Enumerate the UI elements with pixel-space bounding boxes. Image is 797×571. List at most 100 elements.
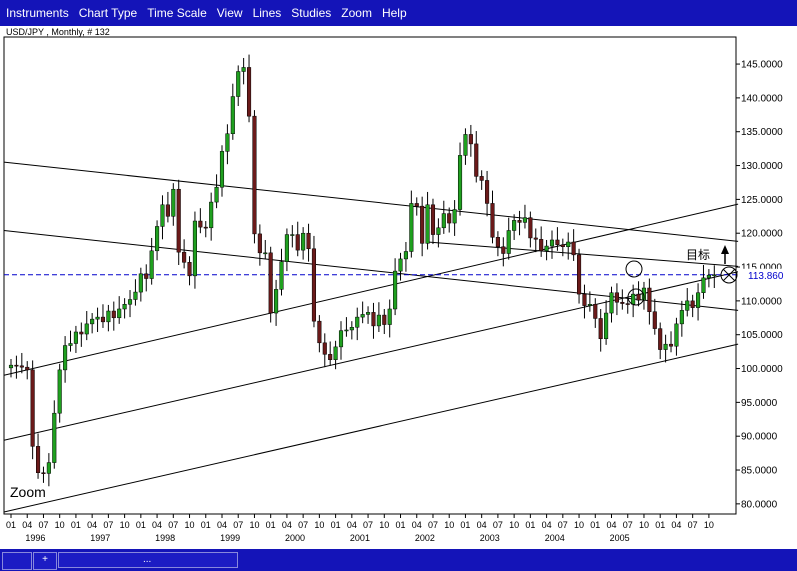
candle-body [57, 369, 62, 414]
candle-body [566, 241, 571, 247]
y-tick-label: 100.0000 [741, 364, 783, 375]
candle-body [301, 232, 306, 251]
x-tick-label: 01 [136, 520, 146, 530]
candle-body [387, 308, 392, 325]
candle-body [393, 270, 398, 310]
candle-body [598, 318, 603, 340]
candle-body [485, 180, 490, 204]
x-tick-label: 04 [87, 520, 97, 530]
candle-body [230, 96, 235, 135]
x-tick-label: 04 [542, 520, 552, 530]
candle-body [79, 331, 84, 335]
candle-body [414, 203, 419, 207]
candle-body [263, 252, 268, 255]
x-tick-label: 04 [477, 520, 487, 530]
y-tick-label: 130.0000 [741, 161, 783, 172]
candle-body [512, 220, 517, 231]
candle-body [106, 310, 111, 323]
candle-body [355, 316, 360, 328]
candle-body [539, 239, 544, 252]
x-year-label: 1997 [90, 533, 110, 543]
candle-body [447, 213, 452, 224]
candle-body [533, 237, 538, 240]
candle-body [225, 133, 230, 152]
x-tick-label: 10 [509, 520, 519, 530]
crosshair-toggle[interactable]: + [33, 552, 57, 570]
x-tick-label: 04 [282, 520, 292, 530]
candle-body [349, 327, 354, 331]
candle-body [571, 241, 576, 256]
x-tick-label: 10 [444, 520, 454, 530]
candle-body [544, 245, 549, 252]
y-tick-label: 85.0000 [741, 466, 778, 477]
candle-body [127, 299, 133, 305]
x-tick-label: 10 [574, 520, 584, 530]
x-tick-label: 10 [55, 520, 65, 530]
candle-body [587, 304, 592, 306]
candle-body [560, 244, 565, 247]
candle-body [333, 346, 338, 360]
candle-body [203, 226, 208, 229]
x-tick-label: 10 [704, 520, 714, 530]
x-tick-label: 10 [639, 520, 649, 530]
status-cell-blank[interactable] [2, 552, 32, 570]
candle-body [100, 316, 106, 323]
x-year-label: 1999 [220, 533, 240, 543]
candle-body [338, 330, 344, 348]
y-tick-label: 90.0000 [741, 432, 778, 443]
candle-body [457, 155, 463, 210]
x-tick-label: 04 [607, 520, 617, 530]
candle-body [160, 204, 165, 227]
candle-body [614, 292, 619, 303]
candle-body [604, 312, 609, 340]
candle-body [409, 203, 414, 252]
candle-body [685, 300, 690, 311]
candle-body [701, 277, 706, 294]
candle-body [306, 232, 311, 250]
y-tick-label: 95.0000 [741, 398, 778, 409]
y-tick-label: 145.0000 [741, 60, 783, 71]
candle-body [165, 204, 170, 217]
candle-body [679, 310, 684, 325]
x-year-label: 1998 [155, 533, 175, 543]
status-bar: + ... [0, 549, 797, 571]
candle-body [463, 134, 468, 156]
x-tick-label: 04 [152, 520, 162, 530]
candle-body [398, 258, 403, 272]
candle-body [636, 293, 641, 301]
candle-body [328, 354, 333, 360]
candle-body [522, 217, 528, 223]
candle-body [73, 331, 78, 344]
candle-body [382, 314, 387, 325]
x-tick-label: 07 [623, 520, 633, 530]
candle-body [187, 262, 192, 277]
candle-body [46, 462, 51, 474]
candle-body [176, 188, 181, 253]
candle-body [663, 343, 668, 350]
candle [311, 235, 317, 328]
candle-body [441, 213, 446, 229]
candle-body [674, 323, 679, 347]
y-tick-label: 80.0000 [741, 499, 778, 510]
candle-body [290, 234, 295, 236]
candle-body [317, 320, 322, 344]
current-price-label: 113.860 [748, 271, 784, 282]
x-tick-label: 07 [298, 520, 308, 530]
x-tick-label: 01 [460, 520, 470, 530]
x-tick-label: 01 [590, 520, 600, 530]
x-tick-label: 01 [396, 520, 406, 530]
candle-body [8, 364, 14, 369]
candle-body [582, 293, 587, 306]
status-message: ... [58, 552, 238, 568]
x-tick-label: 04 [671, 520, 681, 530]
x-tick-label: 07 [428, 520, 438, 530]
candle-body [593, 304, 598, 319]
candle-body [360, 314, 365, 318]
candle-body [549, 239, 555, 247]
candle-body [63, 345, 68, 371]
candle-body [490, 203, 495, 238]
candlestick-chart[interactable]: 145.0000 140.0000 135.0000 130.0000 125.0000… [0, 0, 797, 549]
candle-body [555, 239, 560, 245]
x-tick-label: 07 [493, 520, 503, 530]
candle-body [209, 201, 214, 229]
